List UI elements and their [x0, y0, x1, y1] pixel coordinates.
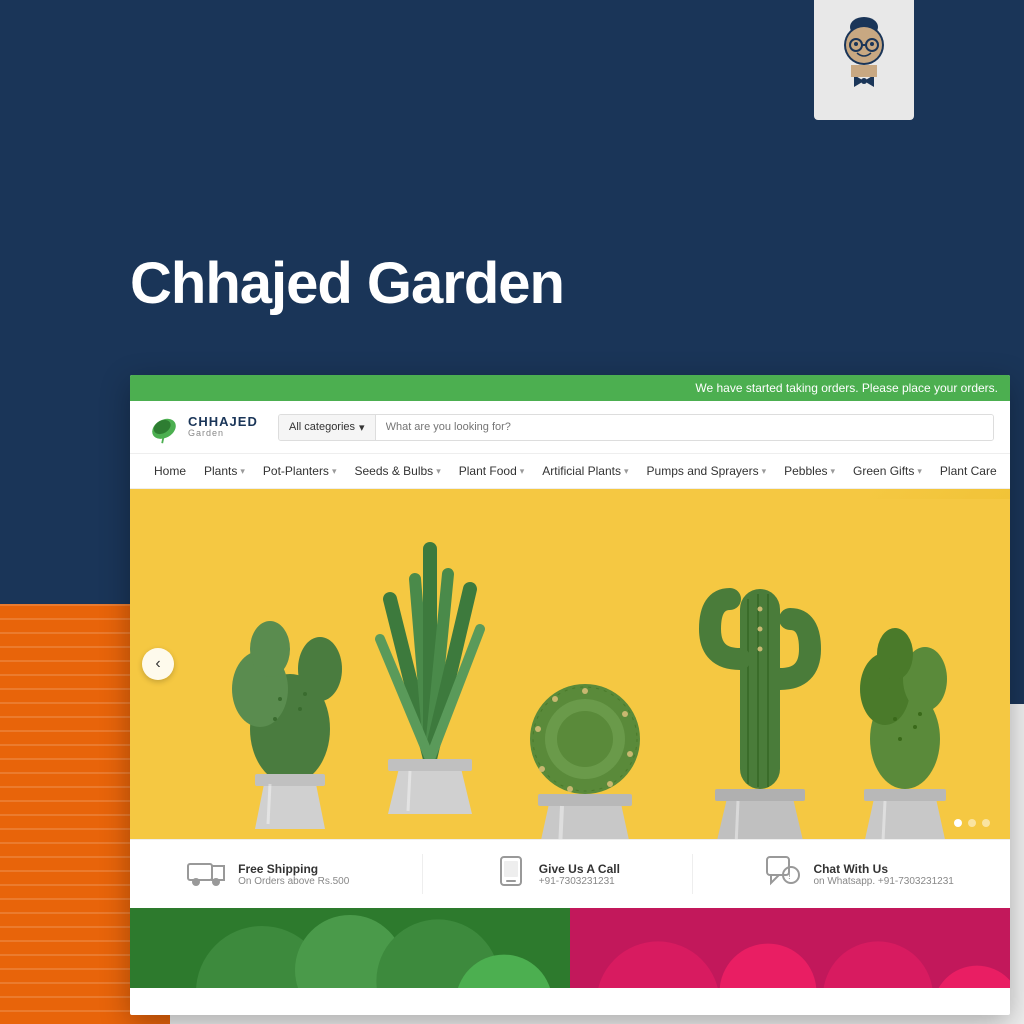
announcement-bar: We have started taking orders. Please pl… [130, 375, 1010, 401]
nav-item-plant-food[interactable]: Plant Food ▾ [451, 454, 533, 488]
svg-text:!: ! [788, 871, 791, 882]
info-item-call: Give Us A Call +91-7303231231 [495, 855, 620, 894]
thumb-item-2[interactable] [570, 908, 1010, 988]
nav-label-seeds-bulbs: Seeds & Bulbs [354, 464, 433, 478]
pot-planters-chevron-icon: ▾ [332, 466, 337, 477]
pebbles-chevron-icon: ▾ [831, 466, 836, 477]
info-desc-shipping: On Orders above Rs.500 [238, 876, 349, 887]
info-text-call: Give Us A Call +91-7303231231 [539, 862, 620, 887]
truck-icon [186, 856, 226, 893]
avatar-figure [829, 13, 899, 108]
nav-label-green-gifts: Green Gifts [853, 464, 914, 478]
hero-plants-svg [130, 499, 1010, 839]
green-gifts-chevron-icon: ▾ [917, 466, 922, 477]
nav-label-artificial-plants: Artificial Plants [542, 464, 621, 478]
nav-label-pot-planters: Pot-Planters [263, 464, 329, 478]
logo-area: CHHAJED Garden [146, 409, 266, 445]
info-text-shipping: Free Shipping On Orders above Rs.500 [238, 862, 349, 887]
plant-food-chevron-icon: ▾ [520, 466, 525, 477]
info-bar: Free Shipping On Orders above Rs.500 Giv… [130, 839, 1010, 908]
nav-item-home[interactable]: Home [146, 454, 194, 488]
logo-sub: Garden [188, 429, 258, 439]
plants-chevron-icon: ▾ [240, 466, 245, 477]
search-area[interactable]: All categories ▾ [278, 414, 994, 441]
search-category-dropdown[interactable]: All categories ▾ [279, 415, 376, 440]
site-header: CHHAJED Garden All categories ▾ [130, 401, 1010, 454]
logo-leaf-icon [146, 409, 182, 445]
info-divider-2 [692, 854, 693, 894]
info-item-shipping: Free Shipping On Orders above Rs.500 [186, 856, 349, 893]
phone-icon [495, 855, 527, 894]
logo-text: CHHAJED Garden [188, 415, 258, 439]
info-desc-chat: on Whatsapp. +91-7303231231 [813, 876, 953, 887]
page-title: Chhajed Garden [130, 250, 564, 317]
avatar-svg [829, 13, 899, 103]
search-category-label: All categories [289, 421, 355, 433]
chat-icon: ! [765, 855, 801, 894]
info-title-chat: Chat With Us [813, 862, 953, 876]
slider-prev-button[interactable]: ‹ [142, 648, 174, 680]
nav-label-pumps-sprayers: Pumps and Sprayers [647, 464, 759, 478]
thumb-strip [130, 908, 1010, 988]
nav-item-green-gifts[interactable]: Green Gifts ▾ [845, 454, 930, 488]
nav-item-plants[interactable]: Plants ▾ [196, 454, 253, 488]
slider-dots [954, 819, 990, 827]
site-nav: Home Plants ▾ Pot-Planters ▾ Seeds & Bul… [130, 454, 1010, 489]
slider-dot-3[interactable] [982, 819, 990, 827]
artificial-plants-chevron-icon: ▾ [624, 466, 629, 477]
hero-slider: ‹ [130, 489, 1010, 839]
pumps-sprayers-chevron-icon: ▾ [762, 466, 767, 477]
info-title-shipping: Free Shipping [238, 862, 349, 876]
nav-label-plant-food: Plant Food [459, 464, 517, 478]
nav-label-plant-care: Plant Care [940, 464, 997, 478]
slider-dot-2[interactable] [968, 819, 976, 827]
thumb-item-1[interactable] [130, 908, 570, 988]
info-desc-call: +91-7303231231 [539, 876, 620, 887]
avatar-box [814, 0, 914, 120]
info-text-chat: Chat With Us on Whatsapp. +91-7303231231 [813, 862, 953, 887]
nav-item-plant-care[interactable]: Plant Care [932, 454, 1005, 488]
nav-label-plants: Plants [204, 464, 237, 478]
nav-item-pebbles[interactable]: Pebbles ▾ [776, 454, 843, 488]
chevron-down-icon: ▾ [359, 421, 365, 434]
announcement-text: We have started taking orders. Please pl… [695, 381, 998, 395]
info-item-chat: ! Chat With Us on Whatsapp. +91-73032312… [765, 855, 953, 894]
nav-item-pumps-sprayers[interactable]: Pumps and Sprayers ▾ [639, 454, 775, 488]
website-mockup: We have started taking orders. Please pl… [130, 375, 1010, 1015]
nav-item-pot-planters[interactable]: Pot-Planters ▾ [255, 454, 345, 488]
seeds-bulbs-chevron-icon: ▾ [436, 466, 441, 477]
info-title-call: Give Us A Call [539, 862, 620, 876]
search-input[interactable] [376, 415, 993, 440]
nav-item-seeds-bulbs[interactable]: Seeds & Bulbs ▾ [346, 454, 448, 488]
nav-label-home: Home [154, 464, 186, 478]
nav-item-artificial-plants[interactable]: Artificial Plants ▾ [534, 454, 636, 488]
info-divider-1 [422, 854, 423, 894]
slider-dot-1[interactable] [954, 819, 962, 827]
logo-brand: CHHAJED [188, 415, 258, 429]
nav-label-pebbles: Pebbles [784, 464, 827, 478]
